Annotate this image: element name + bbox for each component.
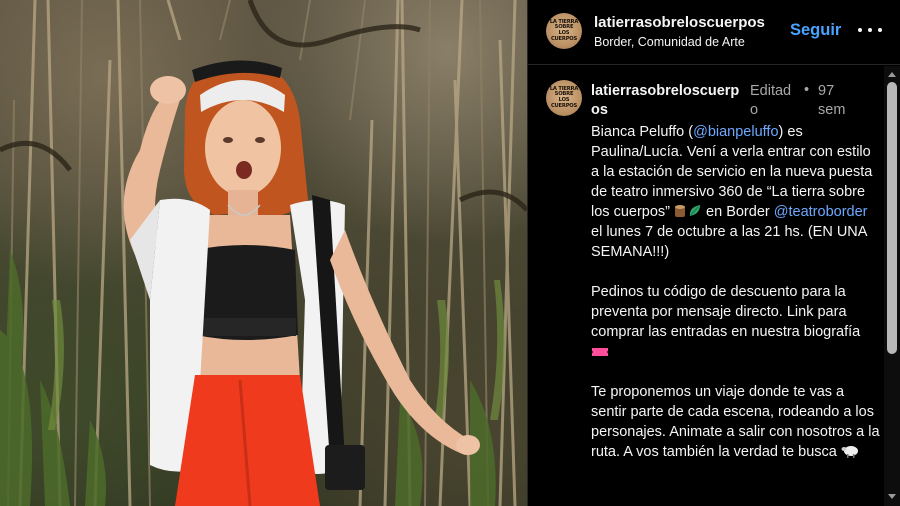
scrollbar-thumb[interactable] <box>887 82 897 354</box>
post-side-panel: LA TIERRA SOBRE LOS CUERPOS latierrasobr… <box>527 0 900 506</box>
caption-text: en Border <box>702 204 774 220</box>
post-caption: Bianca Peluffo (@bianpeluffo) es Paulina… <box>591 122 881 462</box>
comments-area: LA TIERRA SOBRE LOS CUERPOS latierrasobr… <box>528 66 900 506</box>
profile-avatar[interactable]: LA TIERRA SOBRE LOS CUERPOS <box>546 13 582 49</box>
post-time[interactable]: 97 sem <box>818 82 850 120</box>
post-header: LA TIERRA SOBRE LOS CUERPOS latierrasobr… <box>528 0 900 65</box>
caption-text: Pedinos tu código de descuento para la p… <box>591 284 865 340</box>
mention-link[interactable]: @teatroborder <box>774 204 868 220</box>
sheep-emoji <box>841 446 858 458</box>
post-photo[interactable] <box>0 0 527 506</box>
scroll-up-arrow-icon[interactable] <box>888 72 896 77</box>
post-photo-illustration <box>0 0 527 506</box>
log-leaf-emoji <box>675 205 701 217</box>
ticket-emoji <box>592 348 608 356</box>
more-horizontal-icon[interactable] <box>858 20 882 40</box>
edited-label: Editado <box>750 83 792 118</box>
avatar-logo-text: LA TIERRA SOBRE LOS CUERPOS <box>549 85 579 109</box>
header-location[interactable]: Border, Comunidad de Arte <box>594 35 745 49</box>
scroll-down-arrow-icon[interactable] <box>888 494 896 499</box>
meta-separator: • <box>804 82 810 98</box>
caption-text: Te proponemos un viaje donde te vas a se… <box>591 384 884 460</box>
avatar-logo-text: LA TIERRA SOBRE LOS CUERPOS <box>549 18 579 42</box>
scrollbar[interactable] <box>884 66 900 506</box>
follow-button[interactable]: Seguir <box>790 21 841 40</box>
header-username[interactable]: latierrasobreloscuerpos <box>594 14 765 31</box>
mention-link[interactable]: @bianpeluffo <box>693 124 778 140</box>
caption-username[interactable]: latierrasobreloscuerpos <box>591 82 741 120</box>
caption-text: Bianca Peluffo ( <box>591 124 694 140</box>
caption-avatar[interactable]: LA TIERRA SOBRE LOS CUERPOS <box>546 80 582 116</box>
